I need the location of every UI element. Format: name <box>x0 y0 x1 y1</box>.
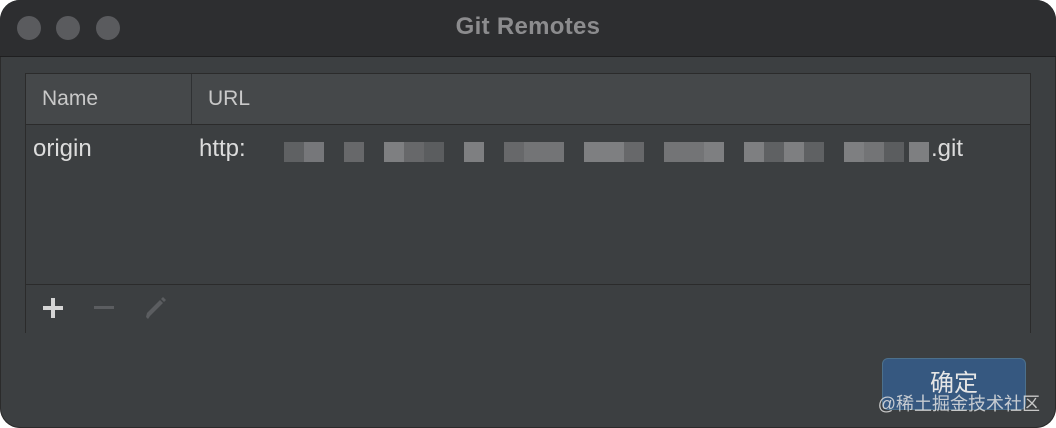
table-header: Name URL <box>26 74 1030 125</box>
remote-url-suffix: .git <box>931 135 964 162</box>
pencil-icon <box>146 297 166 319</box>
remote-url-prefix: http: <box>199 135 246 162</box>
remotes-table: Name URL origin http: .git <box>25 73 1031 334</box>
title-bar: Git Remotes <box>0 0 1056 57</box>
table-row[interactable]: origin http: .git <box>26 126 1030 170</box>
column-divider[interactable] <box>191 74 192 124</box>
column-header-url[interactable]: URL <box>208 87 250 111</box>
plus-icon <box>43 298 63 318</box>
remote-name-cell: origin <box>33 135 92 162</box>
edit-remote-button[interactable] <box>140 293 170 323</box>
column-header-name[interactable]: Name <box>42 87 98 111</box>
table-toolbar <box>26 284 1030 334</box>
redacted-url-mosaic <box>259 142 929 168</box>
git-remotes-dialog: Git Remotes Name URL origin http: .git 确… <box>0 0 1056 428</box>
watermark: @稀土掘金技术社区 <box>877 394 1040 414</box>
minus-icon <box>94 306 114 309</box>
window-title: Git Remotes <box>455 13 601 40</box>
add-remote-button[interactable] <box>38 293 68 323</box>
remove-remote-button[interactable] <box>89 293 119 323</box>
